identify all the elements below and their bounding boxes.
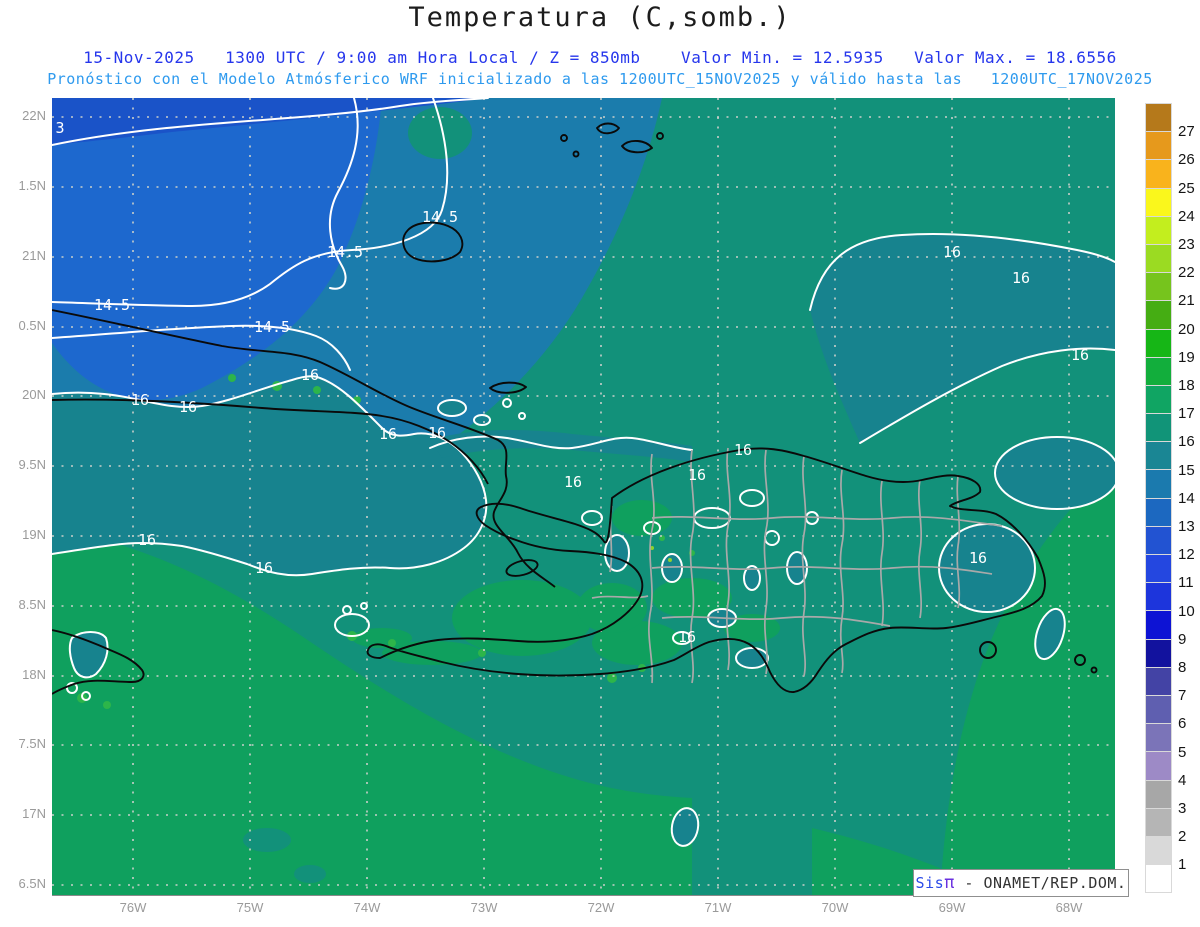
temperature-field-map xyxy=(52,98,1115,895)
validity-line: 15-Nov-2025 1300 UTC / 9:00 am Hora Loca… xyxy=(0,48,1200,67)
colorbar-tick-label: 23 xyxy=(1178,236,1200,253)
lon-tick-label: 69W xyxy=(930,900,974,915)
lat-tick-label: 17N xyxy=(0,806,46,821)
lat-tick-label: 1.5N xyxy=(0,178,46,193)
branding-org-label: - ONAMET/REP.DOM. xyxy=(955,874,1127,892)
colorbar-cell xyxy=(1146,865,1171,892)
lon-tick-label: 72W xyxy=(579,900,623,915)
colorbar-tick-label: 25 xyxy=(1178,180,1200,197)
colorbar-tick-label: 17 xyxy=(1178,405,1200,422)
colorbar-cell xyxy=(1146,301,1171,328)
branding-box: Sisπ - ONAMET/REP.DOM. xyxy=(913,869,1129,897)
colorbar-cell xyxy=(1146,555,1171,582)
lat-tick-label: 8.5N xyxy=(0,597,46,612)
model-line: Pronóstico con el Modelo Atmósferico WRF… xyxy=(0,70,1200,88)
sispi-logo-pi-icon: π xyxy=(944,873,955,893)
colorbar-cell xyxy=(1146,837,1171,864)
colorbar-cell xyxy=(1146,104,1171,131)
colorbar-cell xyxy=(1146,752,1171,779)
lat-tick-label: 20N xyxy=(0,387,46,402)
lon-tick-label: 68W xyxy=(1047,900,1091,915)
colorbar-tick-label: 20 xyxy=(1178,321,1200,338)
lon-tick-label: 73W xyxy=(462,900,506,915)
colorbar xyxy=(1146,104,1171,893)
lon-tick-label: 70W xyxy=(813,900,857,915)
colorbar-cell xyxy=(1146,217,1171,244)
colorbar-cell xyxy=(1146,414,1171,441)
colorbar-tick-label: 4 xyxy=(1178,772,1200,789)
colorbar-cell xyxy=(1146,809,1171,836)
colorbar-cell xyxy=(1146,273,1171,300)
lon-tick-label: 71W xyxy=(696,900,740,915)
colorbar-tick-label: 16 xyxy=(1178,433,1200,450)
sispi-logo-sis: Sis xyxy=(916,874,945,892)
colorbar-cell xyxy=(1146,611,1171,638)
colorbar-tick-label: 10 xyxy=(1178,603,1200,620)
colorbar-tick-label: 21 xyxy=(1178,292,1200,309)
lat-tick-label: 0.5N xyxy=(0,318,46,333)
colorbar-tick-label: 5 xyxy=(1178,744,1200,761)
colorbar-cell xyxy=(1146,330,1171,357)
colorbar-cell xyxy=(1146,470,1171,497)
colorbar-cell xyxy=(1146,160,1171,187)
weather-chart-page: Temperatura (C,somb.) 15-Nov-2025 1300 U… xyxy=(0,0,1200,927)
colorbar-cell xyxy=(1146,668,1171,695)
colorbar-cell xyxy=(1146,724,1171,751)
lat-tick-label: 21N xyxy=(0,248,46,263)
colorbar-tick-label: 15 xyxy=(1178,462,1200,479)
colorbar-cell xyxy=(1146,189,1171,216)
lon-tick-label: 75W xyxy=(228,900,272,915)
colorbar-cell xyxy=(1146,132,1171,159)
lat-tick-label: 9.5N xyxy=(0,457,46,472)
colorbar-cell xyxy=(1146,640,1171,667)
colorbar-tick-label: 19 xyxy=(1178,349,1200,366)
colorbar-tick-label: 24 xyxy=(1178,208,1200,225)
lat-tick-label: 22N xyxy=(0,108,46,123)
map-plot-area xyxy=(52,98,1115,896)
colorbar-tick-label: 14 xyxy=(1178,490,1200,507)
colorbar-tick-label: 9 xyxy=(1178,631,1200,648)
colorbar-cell xyxy=(1146,583,1171,610)
page-title: Temperatura (C,somb.) xyxy=(0,2,1200,33)
colorbar-tick-label: 11 xyxy=(1178,574,1200,591)
colorbar-tick-label: 26 xyxy=(1178,151,1200,168)
colorbar-tick-label: 8 xyxy=(1178,659,1200,676)
colorbar-cell xyxy=(1146,527,1171,554)
lat-tick-label: 18N xyxy=(0,667,46,682)
colorbar-tick-label: 22 xyxy=(1178,264,1200,281)
warm-spot-north xyxy=(408,107,472,159)
colorbar-tick-label: 12 xyxy=(1178,546,1200,563)
lat-tick-label: 7.5N xyxy=(0,736,46,751)
lat-tick-label: 6.5N xyxy=(0,876,46,891)
lon-tick-label: 74W xyxy=(345,900,389,915)
colorbar-cell xyxy=(1146,442,1171,469)
colorbar-tick-label: 18 xyxy=(1178,377,1200,394)
colorbar-cell xyxy=(1146,358,1171,385)
lon-tick-label: 76W xyxy=(111,900,155,915)
colorbar-tick-label: 3 xyxy=(1178,800,1200,817)
colorbar-cell xyxy=(1146,781,1171,808)
colorbar-cell xyxy=(1146,696,1171,723)
colorbar-tick-label: 6 xyxy=(1178,715,1200,732)
colorbar-tick-label: 7 xyxy=(1178,687,1200,704)
lat-tick-label: 19N xyxy=(0,527,46,542)
colorbar-tick-label: 27 xyxy=(1178,123,1200,140)
colorbar-tick-label: 1 xyxy=(1178,856,1200,873)
colorbar-cell xyxy=(1146,499,1171,526)
colorbar-tick-label: 13 xyxy=(1178,518,1200,535)
colorbar-cell xyxy=(1146,245,1171,272)
colorbar-tick-label: 2 xyxy=(1178,828,1200,845)
colorbar-cell xyxy=(1146,386,1171,413)
